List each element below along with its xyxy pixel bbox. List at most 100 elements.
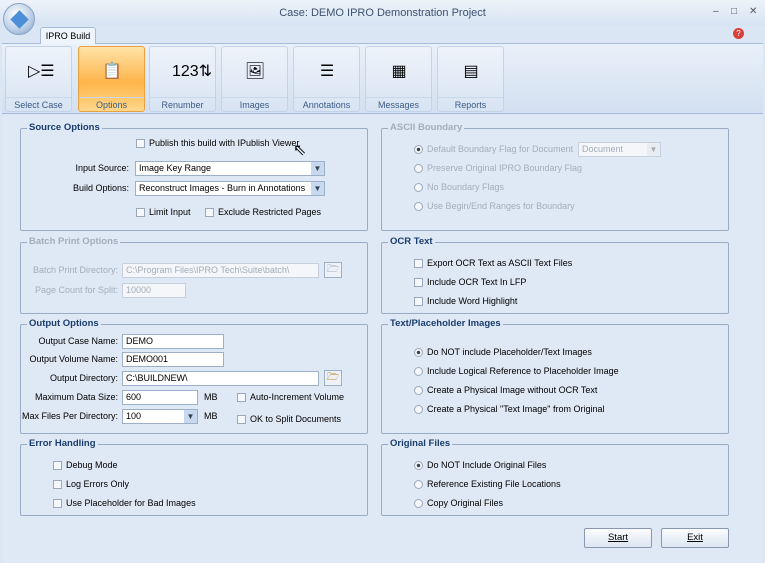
chevron-down-icon: ▼ bbox=[647, 143, 660, 156]
ocr-text-group: OCR Text Export OCR Text as ASCII Text F… bbox=[381, 236, 729, 314]
debug-mode-checkbox[interactable]: Debug Mode bbox=[53, 460, 118, 470]
group-title: ASCII Boundary bbox=[388, 122, 465, 133]
begin-end-radio[interactable]: Use Begin/End Ranges for Boundary bbox=[414, 201, 575, 211]
batch-print-group: Batch Print Options Batch Print Director… bbox=[20, 236, 368, 314]
clipboard-icon: 📋 bbox=[102, 63, 122, 80]
help-icon[interactable]: ? bbox=[733, 28, 744, 39]
placeholder-option-4-radio[interactable]: Create a Physical "Text Image" from Orig… bbox=[414, 404, 604, 414]
checkbox-label: Include OCR Text In LFP bbox=[427, 277, 527, 287]
flag-select[interactable]: Document ▼ bbox=[578, 142, 661, 157]
group-title: Batch Print Options bbox=[27, 236, 121, 247]
close-button[interactable]: ✕ bbox=[749, 6, 757, 17]
radio-label: Preserve Original IPRO Boundary Flag bbox=[427, 163, 583, 173]
restore-button[interactable]: □ bbox=[731, 6, 737, 17]
publish-checkbox[interactable]: Publish this build with IPublish Viewer bbox=[136, 138, 299, 148]
split-documents-checkbox[interactable]: OK to Split Documents bbox=[237, 414, 341, 424]
image-icon: 🖼 bbox=[244, 63, 266, 80]
checkbox-label: Export OCR Text as ASCII Text Files bbox=[427, 258, 573, 268]
ribbon-button-annotations[interactable]: ☰ Annotations bbox=[293, 46, 360, 112]
original-option-3-radio[interactable]: Copy Original Files bbox=[414, 498, 503, 508]
input-source-label: Input Source: bbox=[75, 163, 129, 173]
placeholder-bad-images-checkbox[interactable]: Use Placeholder for Bad Images bbox=[53, 498, 196, 508]
radio-label: Use Begin/End Ranges for Boundary bbox=[427, 201, 575, 211]
default-flag-radio[interactable]: Default Boundary Flag for Document bbox=[414, 144, 573, 154]
ribbon-button-label: Select Case bbox=[6, 97, 71, 111]
chevron-down-icon: ▼ bbox=[311, 162, 324, 175]
checkbox-label: Auto-Increment Volume bbox=[250, 392, 345, 402]
no-flags-radio[interactable]: No Boundary Flags bbox=[414, 182, 504, 192]
radio-label: Default Boundary Flag for Document bbox=[427, 144, 574, 154]
auto-increment-checkbox[interactable]: Auto-Increment Volume bbox=[237, 392, 344, 402]
start-button[interactable]: Start bbox=[584, 528, 652, 548]
export-ocr-checkbox[interactable]: Export OCR Text as ASCII Text Files bbox=[414, 258, 572, 268]
group-title: Source Options bbox=[27, 122, 102, 133]
exclude-restricted-checkbox[interactable]: Exclude Restricted Pages bbox=[205, 207, 321, 217]
word-highlight-checkbox[interactable]: Include Word Highlight bbox=[414, 296, 517, 306]
source-options-group: Source Options Publish this build with I… bbox=[20, 122, 368, 231]
checkbox-label: Include Word Highlight bbox=[427, 296, 518, 306]
limit-input-checkbox[interactable]: Limit Input bbox=[136, 207, 191, 217]
checkbox-label: Log Errors Only bbox=[66, 479, 130, 489]
ribbon-button-renumber[interactable]: 123⇅ Renumber bbox=[149, 46, 216, 112]
max-files-select[interactable]: 100 ▼ bbox=[122, 409, 198, 424]
batch-dir-input[interactable]: C:\Program Files\IPRO Tech\Suite\batch\ bbox=[122, 263, 319, 278]
annotations-icon: ☰ bbox=[319, 63, 335, 80]
ribbon-button-select-case[interactable]: ▷☰ Select Case bbox=[5, 46, 72, 112]
ribbon-button-label: Reports bbox=[438, 97, 503, 111]
case-name-input[interactable]: DEMO bbox=[122, 334, 224, 349]
case-name-label: Output Case Name: bbox=[38, 336, 118, 346]
radio-label: Include Logical Reference to Placeholder… bbox=[427, 366, 619, 376]
exit-button[interactable]: Exit bbox=[661, 528, 729, 548]
ribbon-button-reports[interactable]: ▤ Reports bbox=[437, 46, 504, 112]
radio-label: Reference Existing File Locations bbox=[427, 479, 561, 489]
mouse-cursor-icon: ⇖ bbox=[293, 142, 307, 159]
placeholder-option-1-radio[interactable]: Do NOT include Placeholder/Text Images bbox=[414, 347, 592, 357]
select-value: 100 bbox=[126, 411, 142, 421]
original-files-group: Original Files Do NOT Include Original F… bbox=[381, 438, 729, 516]
reports-icon: ▤ bbox=[463, 63, 479, 80]
radio-label: Do NOT include Placeholder/Text Images bbox=[427, 347, 592, 357]
ribbon-button-images[interactable]: 🖼 Images bbox=[221, 46, 288, 112]
split-input[interactable]: 10000 bbox=[122, 283, 186, 298]
mb-unit: MB bbox=[204, 392, 218, 402]
output-dir-input[interactable]: C:\BUILDNEW\ bbox=[122, 371, 319, 386]
input-source-select[interactable]: Image Key Range ▼ bbox=[135, 161, 325, 176]
batch-dir-label: Batch Print Directory: bbox=[32, 265, 118, 275]
placeholder-option-3-radio[interactable]: Create a Physical Image without OCR Text bbox=[414, 385, 597, 395]
select-value: Document bbox=[582, 144, 624, 154]
folder-browse-icon[interactable]: 🗁 bbox=[324, 370, 342, 386]
minimize-button[interactable]: – bbox=[713, 6, 719, 17]
radio-label: Create a Physical Image without OCR Text bbox=[427, 385, 598, 395]
app-menu-button[interactable] bbox=[3, 3, 35, 35]
title-bar: Case: DEMO IPRO Demonstration Project – … bbox=[0, 0, 765, 26]
select-value: Reconstruct Images - Burn in Annotations bbox=[139, 183, 306, 193]
folder-browse-icon[interactable]: 🗁 bbox=[324, 262, 342, 278]
max-size-label: Maximum Data Size: bbox=[34, 392, 118, 402]
placeholder-option-2-radio[interactable]: Include Logical Reference to Placeholder… bbox=[414, 366, 619, 376]
tab-ipro-build[interactable]: IPRO Build bbox=[40, 27, 96, 44]
original-option-1-radio[interactable]: Do NOT Include Original Files bbox=[414, 460, 546, 470]
select-value: Image Key Range bbox=[139, 163, 212, 173]
ribbon-button-messages[interactable]: ▦ Messages bbox=[365, 46, 432, 112]
renumber-icon: 123⇅ bbox=[172, 63, 213, 80]
preserve-flag-radio[interactable]: Preserve Original IPRO Boundary Flag bbox=[414, 163, 582, 173]
volume-name-input[interactable]: DEMO001 bbox=[122, 352, 224, 367]
group-title: Error Handling bbox=[27, 438, 98, 449]
radio-label: Create a Physical "Text Image" from Orig… bbox=[427, 404, 605, 414]
checkbox-label: Use Placeholder for Bad Images bbox=[66, 498, 196, 508]
ribbon-button-options[interactable]: 📋 Options bbox=[78, 46, 145, 112]
checkbox-label: Publish this build with IPublish Viewer bbox=[149, 138, 300, 148]
group-title: OCR Text bbox=[388, 236, 435, 247]
original-option-2-radio[interactable]: Reference Existing File Locations bbox=[414, 479, 561, 489]
radio-label: No Boundary Flags bbox=[427, 182, 505, 192]
ascii-boundary-group: ASCII Boundary Default Boundary Flag for… bbox=[381, 122, 729, 231]
output-options-group: Output Options Output Case Name: DEMO Ou… bbox=[20, 318, 368, 434]
ribbon-button-label: Renumber bbox=[150, 97, 215, 111]
window-title: Case: DEMO IPRO Demonstration Project bbox=[279, 7, 486, 19]
output-dir-label: Output Directory: bbox=[49, 373, 118, 383]
chevron-down-icon: ▼ bbox=[184, 410, 197, 423]
ocr-lfp-checkbox[interactable]: Include OCR Text In LFP bbox=[414, 277, 526, 287]
build-options-select[interactable]: Reconstruct Images - Burn in Annotations… bbox=[135, 181, 325, 196]
log-errors-checkbox[interactable]: Log Errors Only bbox=[53, 479, 129, 489]
max-size-input[interactable]: 600 bbox=[122, 390, 198, 405]
